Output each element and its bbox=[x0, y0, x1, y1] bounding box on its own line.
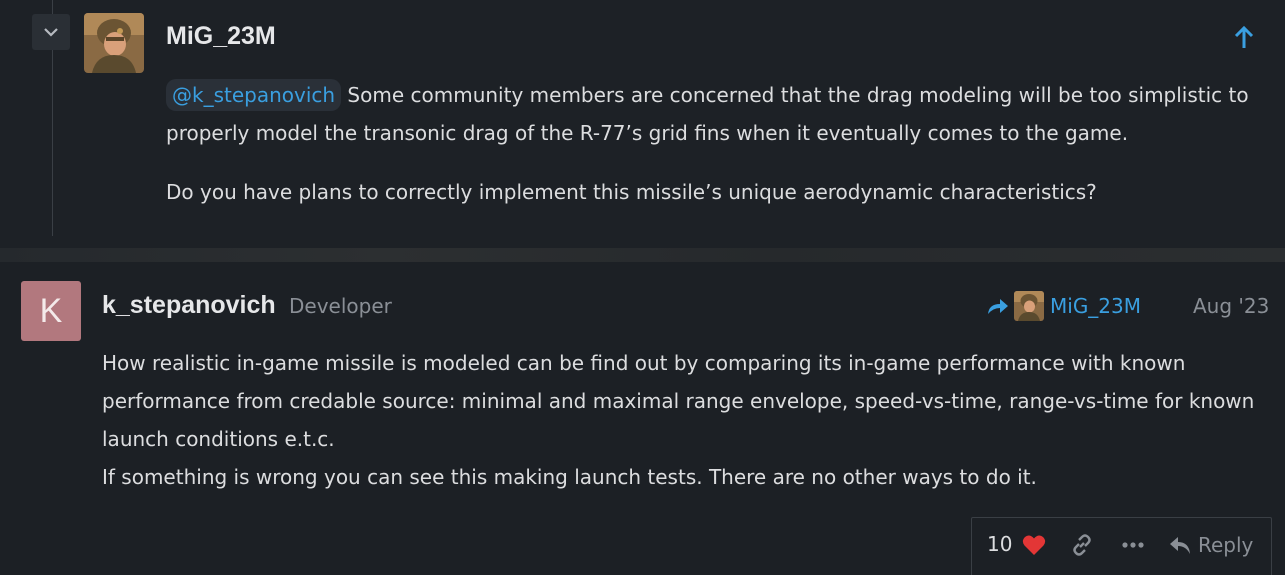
post-body: How realistic in-game missile is modeled… bbox=[102, 344, 1262, 496]
quoted-paragraph-2: Do you have plans to correctly implement… bbox=[166, 180, 1097, 204]
like-count[interactable]: 10 bbox=[987, 532, 1012, 556]
reply-to-link[interactable]: MiG_23M bbox=[986, 291, 1141, 321]
post-date[interactable]: Aug '23 bbox=[1193, 294, 1269, 318]
soldier-avatar-icon bbox=[84, 13, 144, 73]
heart-icon[interactable] bbox=[1022, 534, 1046, 556]
quoted-paragraph-1: @k_stepanovich Some community members ar… bbox=[166, 76, 1256, 152]
post-paragraph-1: How realistic in-game missile is modeled… bbox=[102, 351, 1255, 451]
reply-to-avatar bbox=[1014, 291, 1044, 321]
reply-button[interactable]: Reply bbox=[1168, 530, 1253, 560]
reply-icon bbox=[1170, 537, 1190, 554]
divider bbox=[0, 248, 1285, 262]
quoted-body: @k_stepanovich Some community members ar… bbox=[166, 76, 1256, 211]
reply-arrow-icon bbox=[988, 299, 1008, 314]
soldier-avatar-icon bbox=[1014, 291, 1044, 321]
reply-label: Reply bbox=[1198, 533, 1254, 557]
quoted-author[interactable]: MiG_23M bbox=[166, 22, 276, 51]
post-paragraph-2: If something is wrong you can see this m… bbox=[102, 465, 1037, 489]
post-actions: 10 Reply bbox=[971, 517, 1272, 575]
arrow-up-icon[interactable] bbox=[1230, 24, 1258, 52]
quoted-post: MiG_23M @k_stepanovich Some community me… bbox=[0, 0, 1285, 248]
more-icon[interactable] bbox=[1121, 535, 1145, 555]
link-icon[interactable] bbox=[1070, 533, 1094, 557]
chevron-down-icon bbox=[44, 28, 58, 37]
avatar[interactable] bbox=[84, 13, 144, 73]
reply-to-name[interactable]: MiG_23M bbox=[1050, 294, 1141, 318]
post-author[interactable]: k_stepanovich bbox=[102, 291, 276, 320]
mention-link[interactable]: @k_stepanovich bbox=[166, 79, 342, 111]
collapse-button[interactable] bbox=[32, 14, 70, 50]
avatar-k[interactable]: K bbox=[21, 281, 81, 341]
user-title: Developer bbox=[289, 294, 392, 318]
